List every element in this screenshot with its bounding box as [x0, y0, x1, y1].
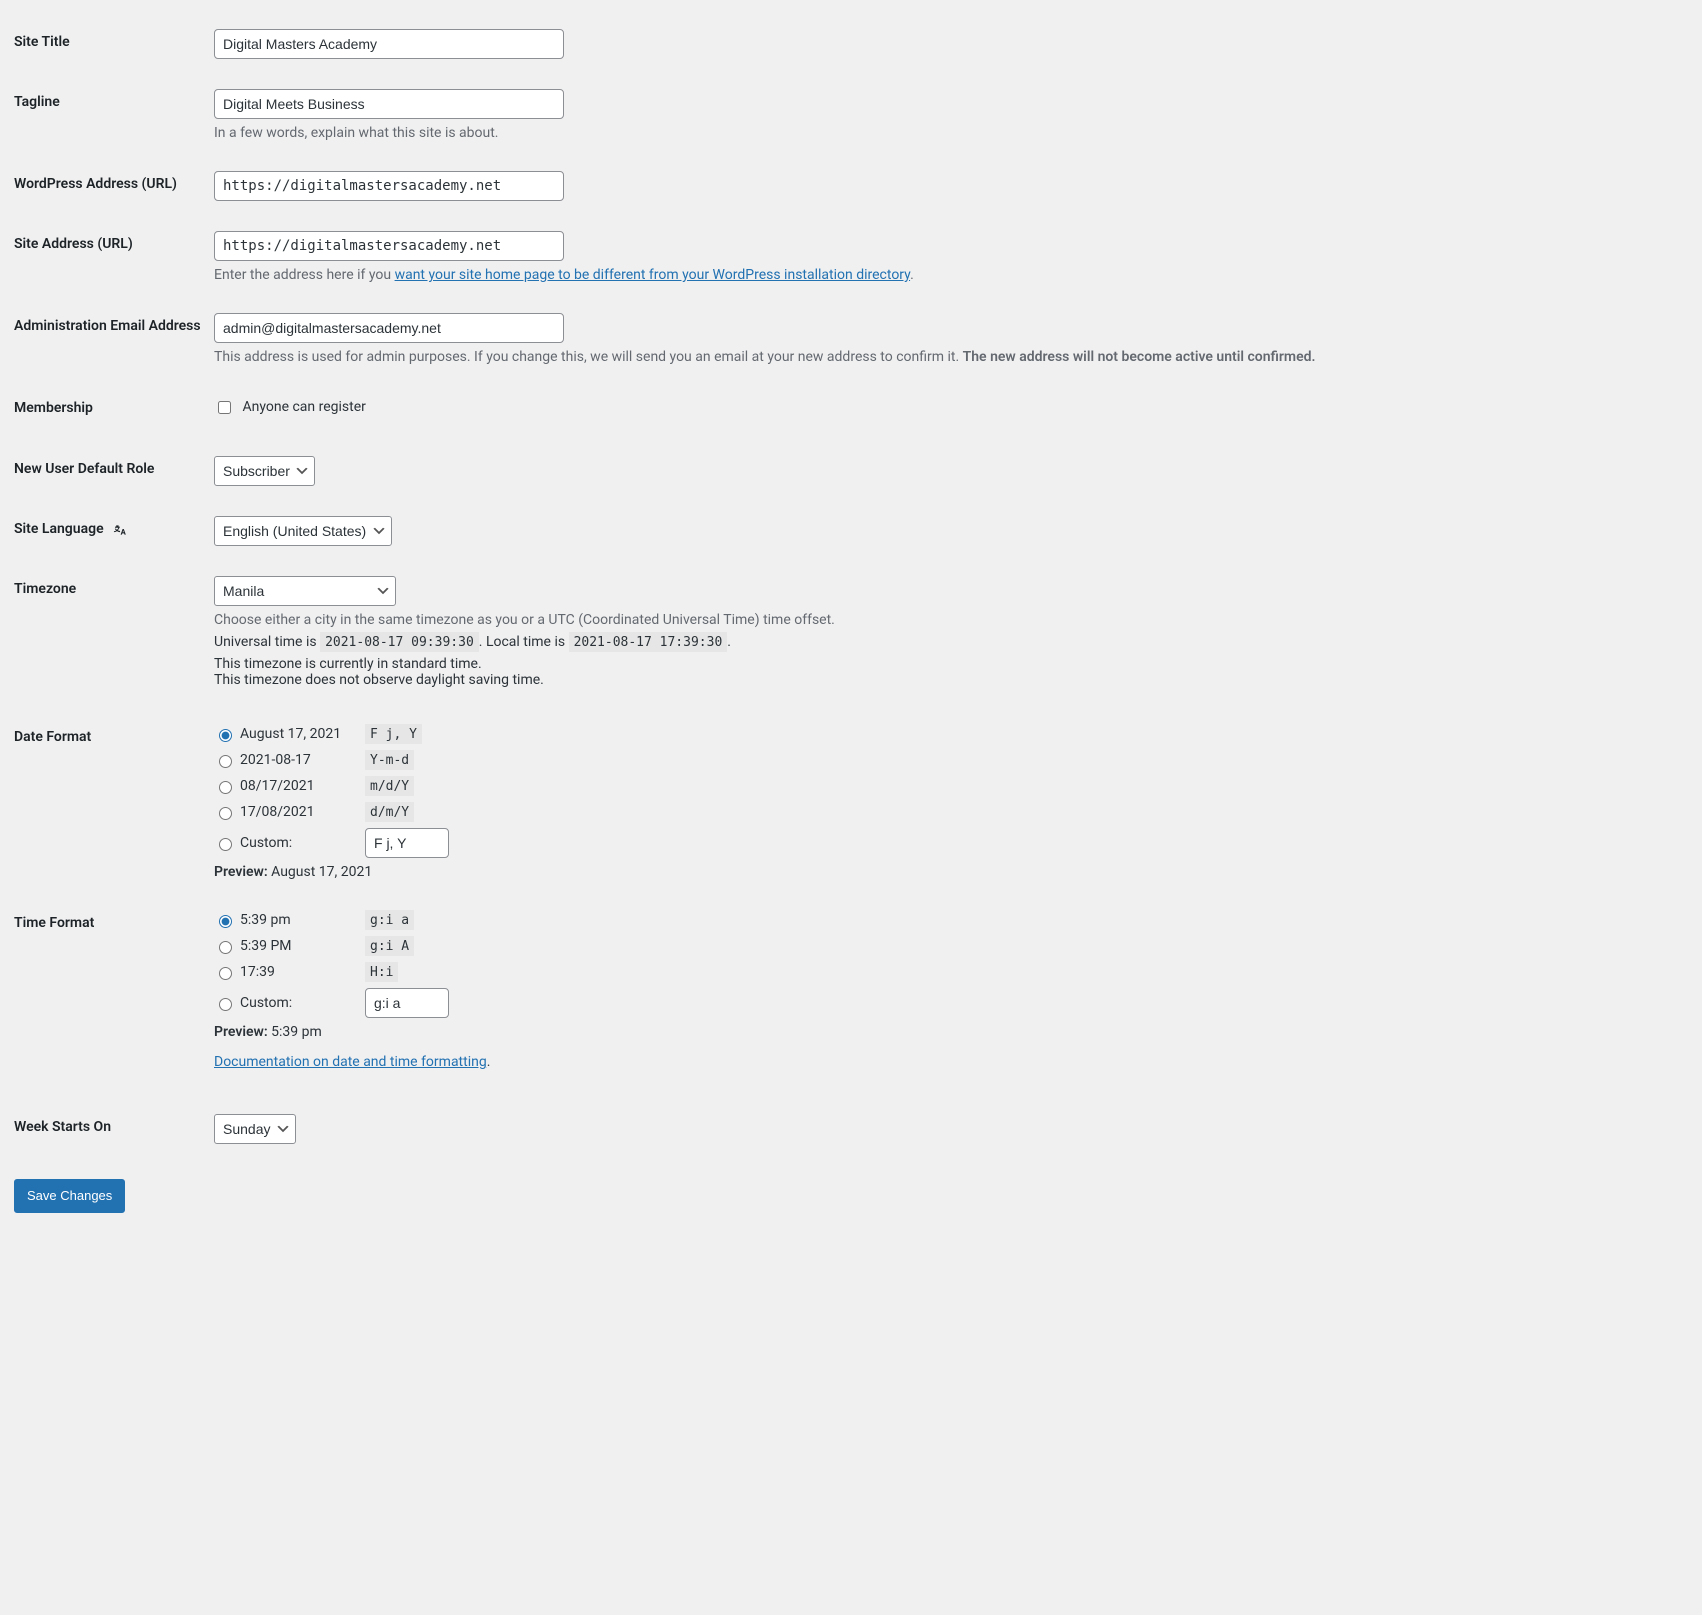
date-format-custom-label: Custom:	[240, 835, 365, 851]
date-format-radio[interactable]	[219, 755, 232, 768]
admin-email-input[interactable]	[214, 313, 564, 343]
date-format-option-label: August 17, 2021	[240, 726, 365, 742]
site-address-input[interactable]	[214, 231, 564, 261]
time-format-radio[interactable]	[219, 967, 232, 980]
date-format-option-label: 08/17/2021	[240, 778, 365, 794]
tz-utc-post: .	[727, 634, 731, 650]
time-format-option[interactable]: 17:39H:i	[214, 962, 1678, 982]
date-format-custom-option[interactable]: Custom:	[214, 828, 1678, 858]
date-format-option-code: m/d/Y	[365, 776, 414, 796]
time-format-option-code: H:i	[365, 962, 398, 982]
time-format-option-label: 17:39	[240, 964, 365, 980]
membership-checkbox-label: Anyone can register	[242, 399, 365, 415]
time-format-preview: Preview: 5:39 pm	[214, 1024, 1678, 1040]
site-language-select[interactable]: English (United States)	[214, 516, 392, 546]
site-address-help-post: .	[910, 267, 914, 283]
date-preview-label: Preview:	[214, 864, 268, 880]
tagline-label: Tagline	[14, 74, 214, 156]
wp-address-label: WordPress Address (URL)	[14, 156, 214, 216]
membership-checkbox-row[interactable]: Anyone can register	[214, 395, 1678, 420]
time-format-option[interactable]: 5:39 PMg:i A	[214, 936, 1678, 956]
admin-email-help-a: This address is used for admin purposes.…	[214, 349, 963, 365]
date-format-option[interactable]: August 17, 2021F j, Y	[214, 724, 1678, 744]
time-format-option-code: g:i a	[365, 910, 414, 930]
tagline-input[interactable]	[214, 89, 564, 119]
site-address-label: Site Address (URL)	[14, 216, 214, 298]
time-format-custom-label: Custom:	[240, 995, 365, 1011]
time-format-custom-input[interactable]	[365, 988, 449, 1018]
date-preview-value: August 17, 2021	[271, 864, 372, 880]
date-format-option[interactable]: 08/17/2021m/d/Y	[214, 776, 1678, 796]
timezone-select[interactable]: Manila	[214, 576, 396, 606]
timezone-utc-info: Universal time is 2021-08-17 09:39:30. L…	[214, 634, 1678, 650]
membership-checkbox[interactable]	[218, 401, 231, 414]
default-role-select[interactable]: Subscriber	[214, 456, 315, 486]
time-format-label: Time Format	[14, 895, 214, 1099]
time-format-option-label: 5:39 pm	[240, 912, 365, 928]
time-format-custom-option[interactable]: Custom:	[214, 988, 1678, 1018]
wp-address-input[interactable]	[214, 171, 564, 201]
time-format-option-code: g:i A	[365, 936, 414, 956]
site-address-help-pre: Enter the address here if you	[214, 267, 395, 283]
timezone-help: Choose either a city in the same timezon…	[214, 612, 1678, 628]
tz-utc-mid: . Local time is	[479, 634, 569, 650]
date-format-custom-radio[interactable]	[219, 838, 232, 851]
admin-email-help: This address is used for admin purposes.…	[214, 349, 1678, 365]
time-format-custom-radio[interactable]	[219, 998, 232, 1011]
time-doc-line: Documentation on date and time formattin…	[214, 1054, 1678, 1070]
time-format-option[interactable]: 5:39 pmg:i a	[214, 910, 1678, 930]
tagline-help: In a few words, explain what this site i…	[214, 125, 1678, 141]
time-preview-label: Preview:	[214, 1024, 268, 1040]
admin-email-label: Administration Email Address	[14, 298, 214, 380]
date-format-radio[interactable]	[219, 807, 232, 820]
admin-email-help-b: The new address will not become active u…	[963, 349, 1316, 365]
time-preview-value: 5:39 pm	[271, 1024, 322, 1040]
tz-utc-code: 2021-08-17 09:39:30	[320, 632, 479, 652]
time-format-group: 5:39 pmg:i a5:39 PMg:i A17:39H:iCustom:	[214, 910, 1678, 1018]
week-starts-label: Week Starts On	[14, 1099, 214, 1159]
week-starts-select[interactable]: Sunday	[214, 1114, 296, 1144]
tz-utc-pre: Universal time is	[214, 634, 320, 650]
time-format-radio[interactable]	[219, 941, 232, 954]
date-format-group: August 17, 2021F j, Y2021-08-17Y-m-d08/1…	[214, 724, 1678, 858]
date-format-radio[interactable]	[219, 729, 232, 742]
site-address-help: Enter the address here if you want your …	[214, 267, 1678, 283]
site-address-help-link[interactable]: want your site home page to be different…	[395, 267, 911, 283]
date-format-option-code: d/m/Y	[365, 802, 414, 822]
date-format-radio[interactable]	[219, 781, 232, 794]
date-format-option-code: Y-m-d	[365, 750, 414, 770]
site-title-input[interactable]	[214, 29, 564, 59]
time-doc-post: .	[487, 1054, 491, 1070]
timezone-std-info: This timezone is currently in standard t…	[214, 656, 1678, 688]
date-format-option[interactable]: 2021-08-17Y-m-d	[214, 750, 1678, 770]
tz-std-a: This timezone is currently in standard t…	[214, 656, 482, 672]
time-doc-link[interactable]: Documentation on date and time formattin…	[214, 1054, 487, 1070]
date-format-option-code: F j, Y	[365, 724, 422, 744]
date-format-option[interactable]: 17/08/2021d/m/Y	[214, 802, 1678, 822]
save-button[interactable]: Save Changes	[14, 1179, 125, 1213]
default-role-label: New User Default Role	[14, 441, 214, 501]
tz-local-code: 2021-08-17 17:39:30	[569, 632, 728, 652]
date-format-option-label: 17/08/2021	[240, 804, 365, 820]
timezone-label: Timezone	[14, 561, 214, 709]
date-format-preview: Preview: August 17, 2021	[214, 864, 1678, 880]
date-format-label: Date Format	[14, 709, 214, 895]
time-format-option-label: 5:39 PM	[240, 938, 365, 954]
translate-icon	[111, 521, 127, 537]
tz-std-b: This timezone does not observe daylight …	[214, 672, 544, 688]
site-language-label-text: Site Language	[14, 521, 104, 537]
membership-label: Membership	[14, 380, 214, 441]
time-format-radio[interactable]	[219, 915, 232, 928]
site-title-label: Site Title	[14, 14, 214, 74]
date-format-option-label: 2021-08-17	[240, 752, 365, 768]
date-format-custom-input[interactable]	[365, 828, 449, 858]
site-language-label: Site Language	[14, 501, 214, 561]
